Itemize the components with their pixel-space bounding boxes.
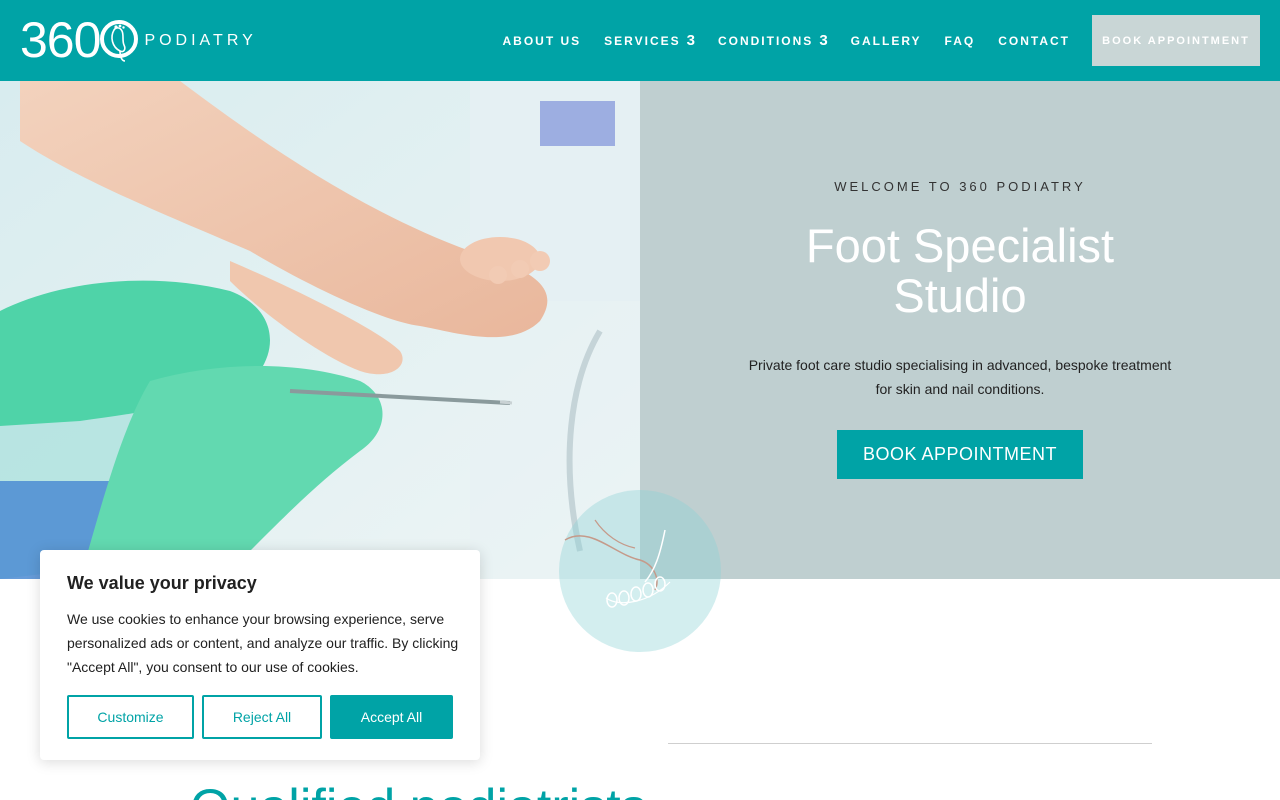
hero-title-line-2: Studio <box>893 269 1027 322</box>
nav-gallery[interactable]: GALLERY <box>851 34 922 48</box>
hero-title: Foot Specialist Studio <box>640 221 1280 321</box>
logo-wordmark: PODIATRY <box>144 32 257 49</box>
cookie-consent-banner: We value your privacy We use cookies to … <box>40 550 480 760</box>
nav-conditions[interactable]: CONDITIONS 3 <box>718 32 828 49</box>
logo-number: 360 <box>20 12 101 68</box>
nav-services[interactable]: SERVICES 3 <box>604 32 695 49</box>
site-header: 360 PODIATRY ABOUT US SERVICES 3 CONDITI… <box>0 0 1280 81</box>
chevron-down-icon: 3 <box>819 32 828 49</box>
section-heading: Qualified podiatrists <box>190 778 647 800</box>
foot-outline-icon <box>564 519 671 608</box>
hero-panel: WELCOME TO 360 PODIATRY Foot Specialist … <box>640 81 1280 579</box>
logo[interactable]: 360 PODIATRY <box>20 14 257 66</box>
nav-contact[interactable]: CONTACT <box>998 34 1070 48</box>
hero-description: Private foot care studio specialising in… <box>748 357 1172 397</box>
customize-button[interactable]: Customize <box>67 695 194 739</box>
book-appointment-nav-button[interactable]: BOOK APPOINTMENT <box>1092 15 1260 66</box>
cookie-title: We value your privacy <box>67 573 257 593</box>
hero-welcome: WELCOME TO 360 PODIATRY <box>834 179 1086 194</box>
reject-all-button[interactable]: Reject All <box>202 695 322 739</box>
nav-about-us[interactable]: ABOUT US <box>502 34 581 48</box>
nav-gallery-label: GALLERY <box>850 33 922 48</box>
hero-image <box>0 81 640 579</box>
nav-faq[interactable]: FAQ <box>945 34 976 48</box>
nav-about-us-label: ABOUT US <box>502 33 582 48</box>
accept-all-button[interactable]: Accept All <box>330 695 453 739</box>
podiatry-treatment-photo-icon <box>0 81 640 579</box>
main-nav: ABOUT US SERVICES 3 CONDITIONS 3 GALLERY… <box>479 15 1260 66</box>
nav-faq-label: FAQ <box>944 33 976 48</box>
chevron-down-icon: 3 <box>686 32 695 49</box>
cookie-text: We use cookies to enhance your browsing … <box>67 611 459 675</box>
section-divider <box>668 743 1152 744</box>
nav-services-label: SERVICES <box>604 33 681 48</box>
book-appointment-hero-button[interactable]: BOOK APPOINTMENT <box>837 430 1083 479</box>
hero-title-line-1: Foot Specialist <box>805 219 1115 272</box>
foot-logo-icon <box>100 20 139 62</box>
nav-conditions-label: CONDITIONS <box>717 33 814 48</box>
nav-contact-label: CONTACT <box>998 33 1070 48</box>
